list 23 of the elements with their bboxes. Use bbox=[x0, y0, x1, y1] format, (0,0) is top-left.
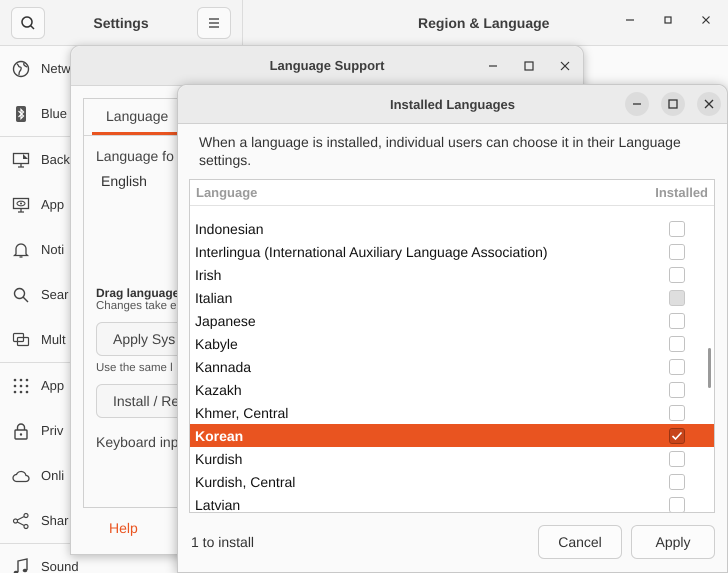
language-name: Indonesian bbox=[195, 220, 264, 236]
field-label: Language fo bbox=[96, 148, 174, 164]
window-title: Language Support bbox=[270, 58, 384, 73]
window-title: Settings bbox=[93, 14, 149, 30]
language-name: Kurdish bbox=[195, 450, 242, 466]
language-name: Kazakh bbox=[195, 382, 242, 398]
language-name: Japanese bbox=[195, 312, 256, 328]
language-name: Interlingua (International Auxiliary Language Association) bbox=[195, 244, 548, 260]
window-title: Installed Languages bbox=[390, 96, 515, 112]
language-name: Kannada bbox=[195, 358, 252, 374]
note-text: Use the same l bbox=[96, 362, 173, 374]
description-text: When a language is installed, individual users can choose it in their Language settings. bbox=[199, 133, 682, 169]
language-name: Latvian bbox=[195, 496, 240, 512]
language-name: Italian bbox=[195, 290, 232, 306]
language-name: Korean bbox=[195, 428, 244, 444]
note-text: Changes take e bbox=[96, 300, 177, 312]
language-name: Irish bbox=[195, 266, 222, 282]
hint-text: Drag language bbox=[96, 286, 180, 300]
status-text: 1 to install bbox=[191, 534, 254, 550]
language-name: Khmer, Central bbox=[195, 404, 288, 420]
page-title: Region & Language bbox=[418, 14, 550, 30]
language-name: Kurdish, Central bbox=[195, 474, 296, 490]
language-name: Kabyle bbox=[195, 336, 238, 352]
